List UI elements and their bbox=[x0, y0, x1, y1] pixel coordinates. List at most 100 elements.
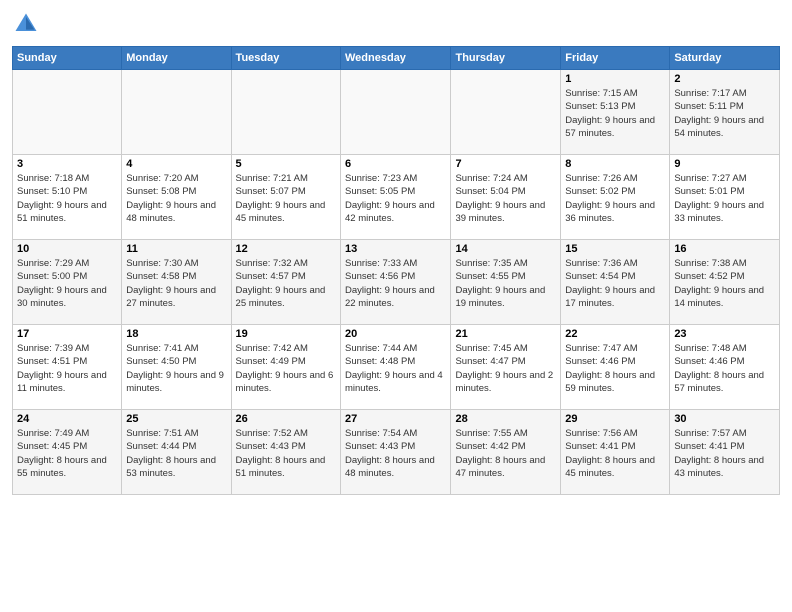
day-cell: 6 Sunrise: 7:23 AMSunset: 5:05 PMDaylight… bbox=[341, 155, 451, 240]
day-info: Sunrise: 7:23 AMSunset: 5:05 PMDaylight:… bbox=[345, 172, 446, 225]
day-number: 2 bbox=[674, 73, 775, 85]
day-number: 4 bbox=[126, 158, 226, 170]
day-cell: 21 Sunrise: 7:45 AMSunset: 4:47 PMDayligh… bbox=[451, 325, 561, 410]
day-number: 22 bbox=[565, 328, 665, 340]
day-info: Sunrise: 7:41 AMSunset: 4:50 PMDaylight:… bbox=[126, 342, 226, 395]
day-number: 3 bbox=[17, 158, 117, 170]
day-cell bbox=[341, 70, 451, 155]
day-cell: 8 Sunrise: 7:26 AMSunset: 5:02 PMDaylight… bbox=[561, 155, 670, 240]
day-header-sunday: Sunday bbox=[13, 47, 122, 70]
day-number: 26 bbox=[236, 413, 336, 425]
day-cell: 24 Sunrise: 7:49 AMSunset: 4:45 PMDayligh… bbox=[13, 410, 122, 495]
header bbox=[12, 10, 780, 38]
day-number: 25 bbox=[126, 413, 226, 425]
week-row-2: 3 Sunrise: 7:18 AMSunset: 5:10 PMDaylight… bbox=[13, 155, 780, 240]
day-cell: 3 Sunrise: 7:18 AMSunset: 5:10 PMDaylight… bbox=[13, 155, 122, 240]
day-info: Sunrise: 7:35 AMSunset: 4:55 PMDaylight:… bbox=[455, 257, 556, 310]
day-number: 18 bbox=[126, 328, 226, 340]
day-info: Sunrise: 7:20 AMSunset: 5:08 PMDaylight:… bbox=[126, 172, 226, 225]
day-info: Sunrise: 7:26 AMSunset: 5:02 PMDaylight:… bbox=[565, 172, 665, 225]
day-cell: 19 Sunrise: 7:42 AMSunset: 4:49 PMDayligh… bbox=[231, 325, 340, 410]
day-cell: 18 Sunrise: 7:41 AMSunset: 4:50 PMDayligh… bbox=[122, 325, 231, 410]
day-cell: 16 Sunrise: 7:38 AMSunset: 4:52 PMDayligh… bbox=[670, 240, 780, 325]
day-cell: 10 Sunrise: 7:29 AMSunset: 5:00 PMDayligh… bbox=[13, 240, 122, 325]
week-row-3: 10 Sunrise: 7:29 AMSunset: 5:00 PMDayligh… bbox=[13, 240, 780, 325]
day-info: Sunrise: 7:51 AMSunset: 4:44 PMDaylight:… bbox=[126, 427, 226, 480]
day-info: Sunrise: 7:18 AMSunset: 5:10 PMDaylight:… bbox=[17, 172, 117, 225]
day-number: 11 bbox=[126, 243, 226, 255]
day-cell: 1 Sunrise: 7:15 AMSunset: 5:13 PMDaylight… bbox=[561, 70, 670, 155]
day-cell: 28 Sunrise: 7:55 AMSunset: 4:42 PMDayligh… bbox=[451, 410, 561, 495]
day-info: Sunrise: 7:27 AMSunset: 5:01 PMDaylight:… bbox=[674, 172, 775, 225]
calendar: SundayMondayTuesdayWednesdayThursdayFrid… bbox=[12, 46, 780, 495]
day-header-saturday: Saturday bbox=[670, 47, 780, 70]
day-number: 24 bbox=[17, 413, 117, 425]
week-row-5: 24 Sunrise: 7:49 AMSunset: 4:45 PMDayligh… bbox=[13, 410, 780, 495]
day-number: 28 bbox=[455, 413, 556, 425]
day-number: 20 bbox=[345, 328, 446, 340]
day-info: Sunrise: 7:15 AMSunset: 5:13 PMDaylight:… bbox=[565, 87, 665, 140]
day-cell: 2 Sunrise: 7:17 AMSunset: 5:11 PMDaylight… bbox=[670, 70, 780, 155]
day-cell: 11Sunrise: 7:30 AMSunset: 4:58 PMDayligh… bbox=[122, 240, 231, 325]
day-number: 30 bbox=[674, 413, 775, 425]
day-number: 8 bbox=[565, 158, 665, 170]
page: SundayMondayTuesdayWednesdayThursdayFrid… bbox=[0, 0, 792, 612]
day-info: Sunrise: 7:48 AMSunset: 4:46 PMDaylight:… bbox=[674, 342, 775, 395]
day-info: Sunrise: 7:54 AMSunset: 4:43 PMDaylight:… bbox=[345, 427, 446, 480]
day-cell: 12 Sunrise: 7:32 AMSunset: 4:57 PMDayligh… bbox=[231, 240, 340, 325]
day-cell: 29 Sunrise: 7:56 AMSunset: 4:41 PMDayligh… bbox=[561, 410, 670, 495]
day-header-monday: Monday bbox=[122, 47, 231, 70]
day-number: 12 bbox=[236, 243, 336, 255]
day-cell: 25 Sunrise: 7:51 AMSunset: 4:44 PMDayligh… bbox=[122, 410, 231, 495]
day-cell: 13 Sunrise: 7:33 AMSunset: 4:56 PMDayligh… bbox=[341, 240, 451, 325]
logo bbox=[12, 10, 44, 38]
day-header-friday: Friday bbox=[561, 47, 670, 70]
day-info: Sunrise: 7:55 AMSunset: 4:42 PMDaylight:… bbox=[455, 427, 556, 480]
day-number: 23 bbox=[674, 328, 775, 340]
week-row-4: 17Sunrise: 7:39 AMSunset: 4:51 PMDayligh… bbox=[13, 325, 780, 410]
day-info: Sunrise: 7:42 AMSunset: 4:49 PMDaylight:… bbox=[236, 342, 336, 395]
calendar-header-row: SundayMondayTuesdayWednesdayThursdayFrid… bbox=[13, 47, 780, 70]
day-info: Sunrise: 7:56 AMSunset: 4:41 PMDaylight:… bbox=[565, 427, 665, 480]
day-cell: 17Sunrise: 7:39 AMSunset: 4:51 PMDayligh… bbox=[13, 325, 122, 410]
day-cell: 4 Sunrise: 7:20 AMSunset: 5:08 PMDaylight… bbox=[122, 155, 231, 240]
day-cell bbox=[122, 70, 231, 155]
day-cell: 7 Sunrise: 7:24 AMSunset: 5:04 PMDaylight… bbox=[451, 155, 561, 240]
day-cell bbox=[451, 70, 561, 155]
day-info: Sunrise: 7:47 AMSunset: 4:46 PMDaylight:… bbox=[565, 342, 665, 395]
day-info: Sunrise: 7:45 AMSunset: 4:47 PMDaylight:… bbox=[455, 342, 556, 395]
day-cell: 15Sunrise: 7:36 AMSunset: 4:54 PMDayligh… bbox=[561, 240, 670, 325]
day-info: Sunrise: 7:38 AMSunset: 4:52 PMDaylight:… bbox=[674, 257, 775, 310]
day-info: Sunrise: 7:17 AMSunset: 5:11 PMDaylight:… bbox=[674, 87, 775, 140]
day-cell: 22 Sunrise: 7:47 AMSunset: 4:46 PMDayligh… bbox=[561, 325, 670, 410]
day-number: 6 bbox=[345, 158, 446, 170]
day-info: Sunrise: 7:24 AMSunset: 5:04 PMDaylight:… bbox=[455, 172, 556, 225]
day-cell bbox=[231, 70, 340, 155]
week-row-1: 1 Sunrise: 7:15 AMSunset: 5:13 PMDaylight… bbox=[13, 70, 780, 155]
day-info: Sunrise: 7:52 AMSunset: 4:43 PMDaylight:… bbox=[236, 427, 336, 480]
day-info: Sunrise: 7:32 AMSunset: 4:57 PMDaylight:… bbox=[236, 257, 336, 310]
day-number: 5 bbox=[236, 158, 336, 170]
day-number: 7 bbox=[455, 158, 556, 170]
day-header-thursday: Thursday bbox=[451, 47, 561, 70]
day-number: 10 bbox=[17, 243, 117, 255]
day-info: Sunrise: 7:57 AMSunset: 4:41 PMDaylight:… bbox=[674, 427, 775, 480]
day-cell: 26 Sunrise: 7:52 AMSunset: 4:43 PMDayligh… bbox=[231, 410, 340, 495]
day-number: 29 bbox=[565, 413, 665, 425]
day-number: 9 bbox=[674, 158, 775, 170]
day-cell: 23 Sunrise: 7:48 AMSunset: 4:46 PMDayligh… bbox=[670, 325, 780, 410]
day-info: Sunrise: 7:36 AMSunset: 4:54 PMDaylight:… bbox=[565, 257, 665, 310]
day-number: 1 bbox=[565, 73, 665, 85]
day-header-wednesday: Wednesday bbox=[341, 47, 451, 70]
day-number: 16 bbox=[674, 243, 775, 255]
day-info: Sunrise: 7:33 AMSunset: 4:56 PMDaylight:… bbox=[345, 257, 446, 310]
day-cell: 20 Sunrise: 7:44 AMSunset: 4:48 PMDayligh… bbox=[341, 325, 451, 410]
day-info: Sunrise: 7:29 AMSunset: 5:00 PMDaylight:… bbox=[17, 257, 117, 310]
day-number: 19 bbox=[236, 328, 336, 340]
day-info: Sunrise: 7:39 AMSunset: 4:51 PMDaylight:… bbox=[17, 342, 117, 395]
day-info: Sunrise: 7:44 AMSunset: 4:48 PMDaylight:… bbox=[345, 342, 446, 395]
day-info: Sunrise: 7:49 AMSunset: 4:45 PMDaylight:… bbox=[17, 427, 117, 480]
day-number: 13 bbox=[345, 243, 446, 255]
day-cell bbox=[13, 70, 122, 155]
day-number: 21 bbox=[455, 328, 556, 340]
